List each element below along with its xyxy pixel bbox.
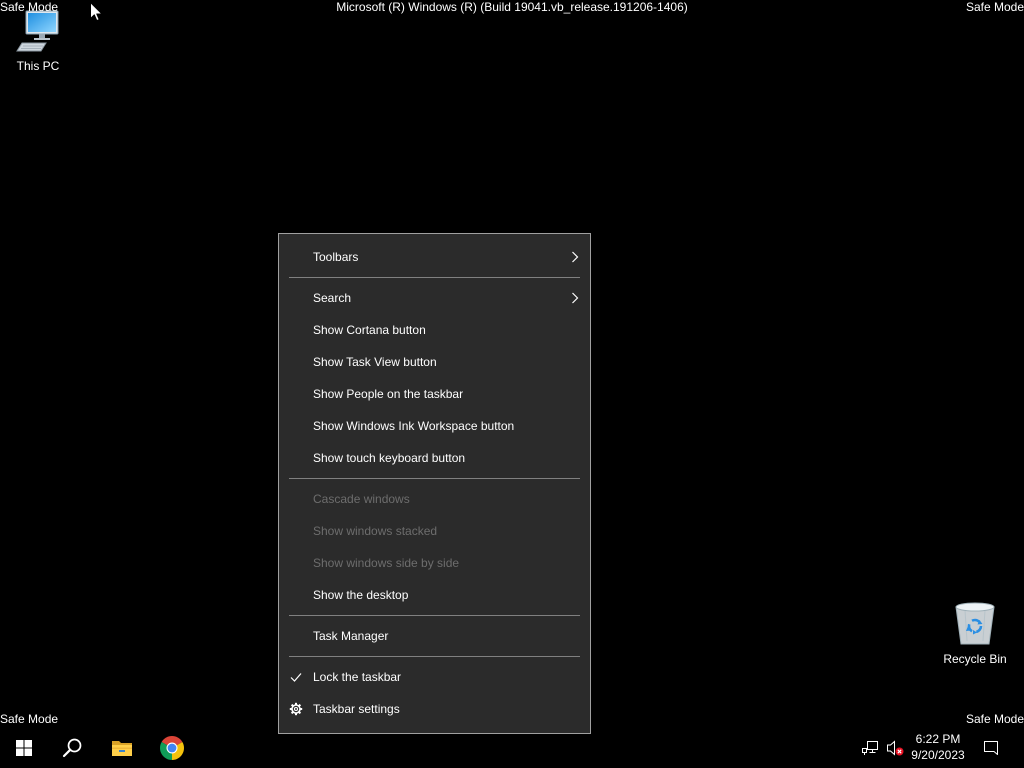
menu-item-show-the-desktop[interactable]: Show the desktop [279,579,590,611]
build-info-label: Microsoft (R) Windows (R) (Build 19041.v… [336,0,688,14]
checkmark-icon [290,671,302,683]
menu-separator [279,474,590,483]
menu-item-label: Show Cortana button [313,323,426,337]
chevron-right-icon [571,251,579,263]
safe-mode-label-bottom-right: Safe Mode [965,712,1024,726]
menu-item-lock-the-taskbar[interactable]: Lock the taskbar [279,661,590,693]
menu-separator [279,611,590,620]
menu-item-search[interactable]: Search [279,282,590,314]
clock-date: 9/20/2023 [911,748,965,762]
menu-separator [279,273,590,282]
menu-item-task-manager[interactable]: Task Manager [279,620,590,652]
chrome-icon [160,736,184,760]
file-explorer-button[interactable] [98,728,146,768]
menu-item-label: Show People on the taskbar [313,387,464,401]
menu-item-label: Taskbar settings [313,702,400,716]
menu-item-label: Show Task View button [313,355,437,369]
chevron-right-icon [571,292,579,304]
menu-item-show-people[interactable]: Show People on the taskbar [279,378,590,410]
wired-network-icon [861,740,879,756]
safe-mode-label-top-right: Safe Mode [965,0,1024,14]
taskbar[interactable]: 6:22 PM 9/20/2023 [0,728,1024,768]
menu-item-label: Show Windows Ink Workspace button [313,419,515,433]
taskbar-clock[interactable]: 6:22 PM 9/20/2023 [906,728,970,768]
menu-item-show-touch-keyboard-button[interactable]: Show touch keyboard button [279,442,590,474]
file-explorer-icon [111,739,133,757]
menu-item-taskbar-settings[interactable]: Taskbar settings [279,693,590,725]
menu-item-label: Show windows stacked [313,524,438,538]
menu-item-label: Task Manager [313,629,389,643]
menu-item-label: Toolbars [313,250,359,264]
menu-item-label: Cascade windows [313,492,410,506]
desktop-icon-label: Recycle Bin [943,652,1007,666]
start-button[interactable] [0,728,48,768]
menu-item-show-windows-ink-button[interactable]: Show Windows Ink Workspace button [279,410,590,442]
network-status-button[interactable] [858,728,882,768]
notification-icon [983,740,999,756]
gear-icon [289,702,303,716]
desktop-icon-recycle-bin[interactable]: Recycle Bin [938,599,1012,667]
clock-time: 6:22 PM [915,732,961,746]
mouse-cursor-icon [90,2,103,22]
menu-item-show-cortana-button[interactable]: Show Cortana button [279,314,590,346]
windows-start-icon [16,740,32,756]
menu-separator [279,652,590,661]
search-icon [62,738,82,758]
chrome-button[interactable] [148,728,196,768]
menu-item-toolbars[interactable]: Toolbars [279,241,590,273]
menu-item-label: Lock the taskbar [313,670,402,684]
menu-item-label: Show the desktop [313,588,409,602]
taskbar-search-button[interactable] [48,728,96,768]
menu-item-label: Search [313,291,352,305]
safe-mode-label-top-left: Safe Mode [0,0,59,14]
menu-item-show-windows-side-by-side: Show windows side by side [279,547,590,579]
volume-button[interactable] [883,728,907,768]
menu-item-show-task-view-button[interactable]: Show Task View button [279,346,590,378]
menu-item-label: Show touch keyboard button [313,451,466,465]
desktop-icon-this-pc[interactable]: This PC [1,6,75,74]
menu-item-show-windows-stacked: Show windows stacked [279,515,590,547]
menu-item-cascade-windows: Cascade windows [279,483,590,515]
safe-mode-label-bottom-left: Safe Mode [0,712,59,726]
volume-muted-icon [886,740,904,756]
desktop-icon-label: This PC [16,59,60,73]
taskbar-context-menu: Toolbars Search Show Cortana button Show… [278,233,591,734]
menu-item-label: Show windows side by side [313,556,460,570]
action-center-button[interactable] [970,728,1012,768]
recycle-bin-icon [951,599,999,647]
